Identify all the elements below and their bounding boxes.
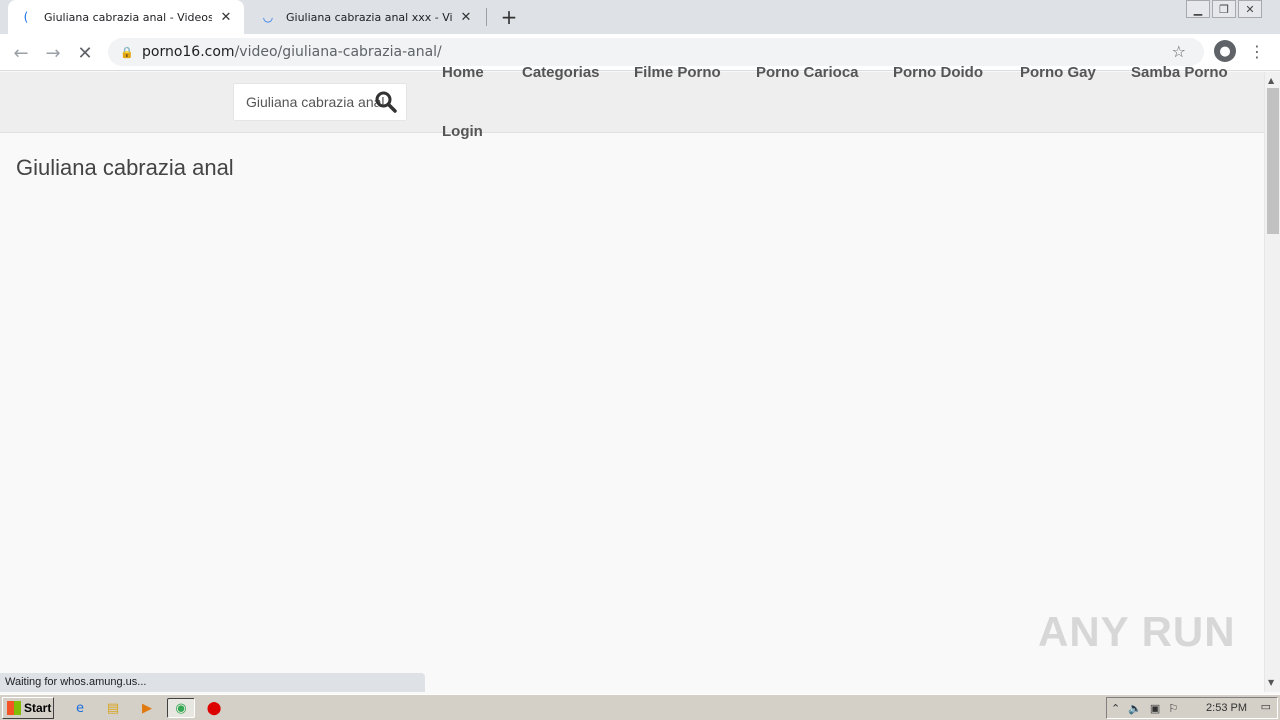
lock-icon: 🔒 [120,45,134,59]
stop-loading-button[interactable]: ✕ [72,40,98,66]
status-bar: Waiting for whos.amung.us... [0,673,425,692]
start-button[interactable]: Start [2,697,54,719]
forward-button[interactable]: → [40,40,66,66]
media-player-icon[interactable]: ▶ [137,698,157,718]
window-controls: ▁ ❐ ✕ [1184,0,1262,18]
show-desktop-icon[interactable]: ▭ [1261,700,1271,713]
nav-filme-porno[interactable]: Filme Porno [634,64,721,81]
loading-spinner-icon: ◡ [262,10,274,24]
scrollbar-thumb[interactable] [1267,88,1279,234]
address-bar[interactable]: 🔒 porno16.com/video/giuliana-cabrazia-an… [108,38,1204,66]
chrome-taskbar-icon[interactable]: ◉ [167,698,195,718]
search-icon[interactable] [374,90,398,114]
page-title: Giuliana cabrazia anal [16,155,234,180]
flag-icon[interactable]: ⚐ [1168,702,1178,715]
taskbar: Start e ▤ ▶ ◉ ⬤ ⌃ 🔈 ▣ ⚐ 2:53 PM ▭ [0,694,1280,720]
tray-expand-icon[interactable]: ⌃ [1111,702,1120,715]
internet-explorer-icon[interactable]: e [70,698,90,718]
tab-strip: ( Giuliana cabrazia anal - Videos Xxx | … [0,0,1280,34]
clock[interactable]: 2:53 PM [1206,702,1247,714]
tab-title: Giuliana cabrazia anal xxx - Videos X [286,10,452,24]
url-host: porno16.com [142,44,235,60]
anyrun-watermark: ANY RUN [1038,608,1236,655]
profile-avatar-icon[interactable]: ● [1214,40,1236,62]
search-input-value: Giuliana cabrazia anal [246,94,385,110]
browser-menu-icon[interactable]: ⋮ [1249,40,1265,62]
restore-button[interactable]: ❐ [1212,0,1236,18]
windows-logo-icon [7,701,21,715]
tab-title: Giuliana cabrazia anal - Videos Xxx | [44,10,212,24]
security-alert-icon[interactable]: ⬤ [204,698,224,718]
bookmark-star-icon[interactable]: ☆ [1172,42,1186,61]
new-tab-button[interactable]: + [498,5,520,29]
nav-samba-porno[interactable]: Samba Porno [1131,64,1228,81]
nav-login[interactable]: Login [442,123,483,140]
start-label: Start [24,701,52,715]
scroll-up-icon[interactable]: ▲ [1268,76,1274,85]
nav-porno-gay[interactable]: Porno Gay [1020,64,1096,81]
tab-active[interactable]: ( Giuliana cabrazia anal - Videos Xxx | … [8,0,244,34]
nav-porno-doido[interactable]: Porno Doido [893,64,983,81]
nav-porno-carioca[interactable]: Porno Carioca [756,64,859,81]
volume-icon[interactable]: 🔈 [1128,702,1142,715]
nav-categorias[interactable]: Categorias [522,64,600,81]
url-path: /video/giuliana-cabrazia-anal/ [234,44,442,60]
loading-icon: ( [23,10,29,24]
close-window-button[interactable]: ✕ [1238,0,1262,18]
site-header [0,72,1264,133]
back-button[interactable]: ← [8,40,34,66]
vertical-scrollbar[interactable]: ▲ ▼ [1264,72,1280,692]
tab-divider [486,8,487,26]
minimize-button[interactable]: ▁ [1186,0,1210,18]
close-tab-icon[interactable]: ✕ [218,9,234,25]
system-tray: ⌃ 🔈 ▣ ⚐ 2:53 PM ▭ [1106,697,1278,719]
close-tab-icon[interactable]: ✕ [458,9,474,25]
file-explorer-icon[interactable]: ▤ [103,698,123,718]
tab-inactive[interactable]: ◡ Giuliana cabrazia anal xxx - Videos X … [250,0,484,34]
network-icon[interactable]: ▣ [1150,702,1160,715]
nav-home[interactable]: Home [442,64,484,81]
scroll-down-icon[interactable]: ▼ [1268,678,1274,687]
